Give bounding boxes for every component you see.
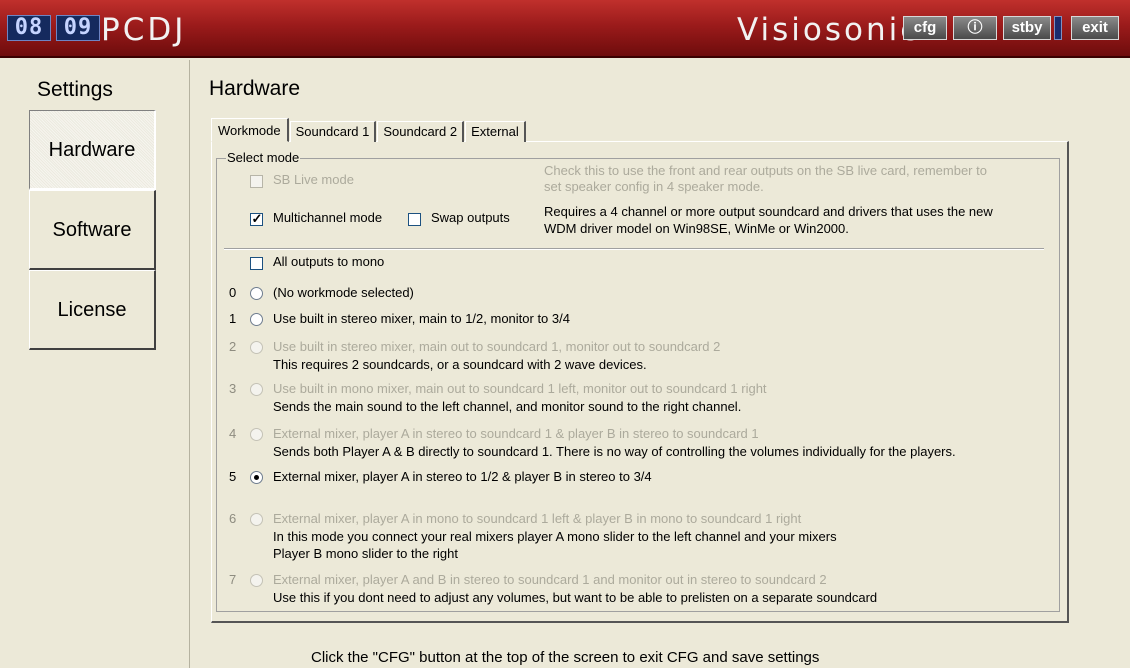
sb-live-desc-line1: Check this to use the front and rear out…: [544, 163, 987, 178]
mode-label-6: External mixer, player A in mono to soun…: [273, 511, 802, 526]
cfg-button[interactable]: cfg: [903, 16, 947, 40]
mode-radio-0[interactable]: [250, 287, 263, 300]
mode-number-0: 0: [229, 285, 237, 300]
sidebar: Settings Hardware Software License: [0, 60, 190, 668]
vendor-logo-text: Visiosonic: [737, 12, 921, 48]
clock-hours: 08: [7, 15, 51, 41]
sidebar-title: Settings: [37, 78, 113, 101]
tab-soundcard-2[interactable]: Soundcard 2: [377, 121, 465, 142]
mode-desc-6-line1: In this mode you connect your real mixer…: [273, 529, 837, 544]
mode-number-2: 2: [229, 339, 237, 354]
info-button[interactable]: ⓘ: [953, 16, 997, 40]
mode-label-5: External mixer, player A in stereo to 1/…: [273, 469, 652, 484]
standby-indicator: [1054, 16, 1062, 40]
mono-checkbox[interactable]: [250, 257, 263, 270]
mode-radio-4[interactable]: [250, 428, 263, 441]
app-logo-text: PCDJ: [101, 12, 187, 48]
sidebar-item-license[interactable]: License: [29, 270, 156, 350]
multichannel-checkbox[interactable]: ✓: [250, 211, 263, 226]
tab-external[interactable]: External: [465, 121, 526, 142]
group-label: Select mode: [226, 150, 301, 165]
sidebar-item-software[interactable]: Software: [29, 190, 156, 270]
title-bar: 08 09 PCDJ Visiosonic cfg ⓘ stby exit: [0, 0, 1130, 58]
mode-label-4: External mixer, player A in stereo to so…: [273, 426, 759, 441]
tab-bar: Workmode Soundcard 1 Soundcard 2 Externa…: [211, 118, 527, 142]
check-mark-icon: ✓: [251, 211, 263, 226]
tab-workmode[interactable]: Workmode: [211, 118, 289, 142]
swap-outputs-checkbox[interactable]: [408, 213, 421, 226]
multichannel-desc-line2: WDM driver model on Win98SE, WinMe or Wi…: [544, 221, 849, 236]
footer-hint: Click the "CFG" button at the top of the…: [311, 649, 820, 666]
sb-live-checkbox[interactable]: [250, 175, 263, 188]
mode-label-0: (No workmode selected): [273, 285, 414, 300]
standby-button[interactable]: stby: [1003, 16, 1051, 40]
mode-number-3: 3: [229, 381, 237, 396]
page-title: Hardware: [209, 77, 301, 100]
mode-radio-6[interactable]: [250, 513, 263, 526]
mode-radio-3[interactable]: [250, 383, 263, 396]
mode-label-3: Use built in mono mixer, main out to sou…: [273, 381, 767, 396]
mode-desc-2: This requires 2 soundcards, or a soundca…: [273, 357, 647, 372]
swap-outputs-label: Swap outputs: [431, 210, 510, 225]
multichannel-desc-line1: Requires a 4 channel or more output soun…: [544, 204, 993, 219]
mode-label-7: External mixer, player A and B in stereo…: [273, 572, 827, 587]
tab-soundcard-1[interactable]: Soundcard 1: [289, 121, 377, 142]
mode-number-6: 6: [229, 511, 237, 526]
mode-desc-7: Use this if you dont need to adjust any …: [273, 590, 878, 605]
mode-number-1: 1: [229, 311, 237, 326]
mode-radio-7[interactable]: [250, 574, 263, 587]
sb-live-label: SB Live mode: [273, 172, 354, 187]
clock-minutes: 09: [56, 15, 100, 41]
sb-live-desc-line2: set speaker config in 4 speaker mode.: [544, 179, 764, 194]
sidebar-item-hardware[interactable]: Hardware: [29, 110, 156, 190]
mode-desc-4: Sends both Player A & B directly to soun…: [273, 444, 956, 459]
mode-label-1: Use built in stereo mixer, main to 1/2, …: [273, 311, 570, 326]
info-icon: ⓘ: [967, 19, 983, 36]
mode-number-5: 5: [229, 469, 237, 484]
mode-radio-2[interactable]: [250, 341, 263, 354]
clock-display: 08 09: [7, 15, 100, 41]
separator: [224, 248, 1044, 250]
mode-radio-5[interactable]: [250, 471, 263, 484]
multichannel-label: Multichannel mode: [273, 210, 383, 225]
mono-label: All outputs to mono: [273, 254, 385, 269]
mode-number-7: 7: [229, 572, 237, 587]
mode-desc-6-line2: Player B mono slider to the right: [273, 546, 458, 561]
mode-radio-1[interactable]: [250, 313, 263, 326]
mode-desc-3: Sends the main sound to the left channel…: [273, 399, 742, 414]
exit-button[interactable]: exit: [1071, 16, 1119, 40]
radio-selected-dot: [254, 475, 259, 480]
mode-label-2: Use built in stereo mixer, main out to s…: [273, 339, 721, 354]
mode-number-4: 4: [229, 426, 237, 441]
